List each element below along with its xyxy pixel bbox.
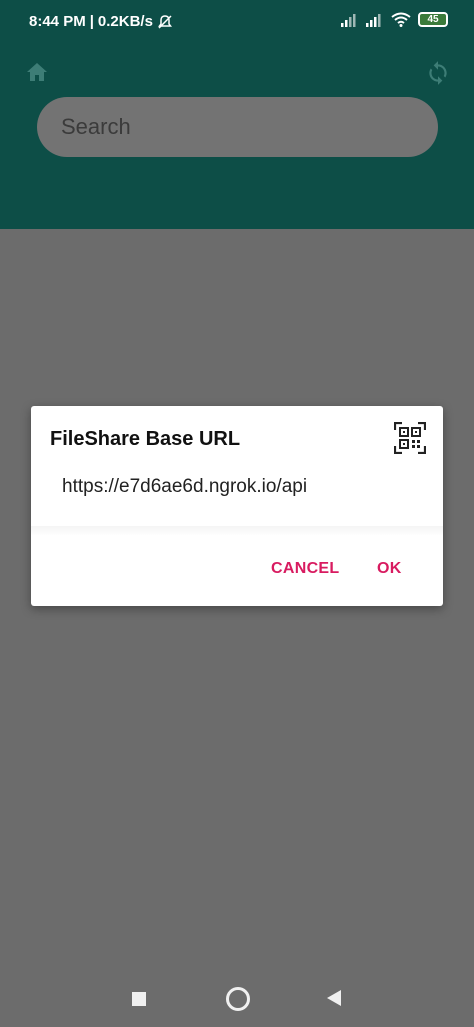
back-button[interactable] xyxy=(326,989,342,1007)
dialog-title: FileShare Base URL xyxy=(50,428,241,450)
status-separator: | xyxy=(89,13,94,30)
status-network-speed: 0.2KB/s xyxy=(97,13,153,30)
home-button[interactable] xyxy=(226,987,250,1011)
status-bar: 8:44 PM | 0.2KB/s 45 xyxy=(0,0,474,44)
cancel-button[interactable]: CANCEL xyxy=(271,560,339,578)
battery-level: 45 xyxy=(427,14,439,25)
search-placeholder: Search xyxy=(61,114,131,139)
base-url-dialog: FileShare Base URL https://e7d6ae6d.ngro… xyxy=(31,406,443,606)
search-input[interactable]: Search xyxy=(37,97,438,157)
battery-icon: 45 xyxy=(418,12,448,27)
home-icon[interactable] xyxy=(25,60,49,84)
status-time: 8:44 PM xyxy=(29,13,86,30)
ok-button[interactable]: OK xyxy=(377,560,402,578)
app-bar: 8:44 PM | 0.2KB/s 45 Search xyxy=(0,0,474,229)
sync-icon[interactable] xyxy=(425,60,451,86)
base-url-field[interactable]: https://e7d6ae6d.ngrok.io/api xyxy=(62,476,307,498)
notifications-off-icon xyxy=(157,14,172,29)
status-left: 8:44 PM | 0.2KB/s xyxy=(29,13,173,30)
status-right: 45 xyxy=(341,12,448,27)
signal-icon xyxy=(341,13,356,27)
qr-code-scan-icon[interactable] xyxy=(394,422,426,454)
dialog-divider xyxy=(31,526,443,536)
navigation-bar xyxy=(0,970,474,1027)
wifi-icon xyxy=(391,12,411,27)
recents-button[interactable] xyxy=(132,992,146,1006)
signal-icon-2 xyxy=(366,13,381,27)
